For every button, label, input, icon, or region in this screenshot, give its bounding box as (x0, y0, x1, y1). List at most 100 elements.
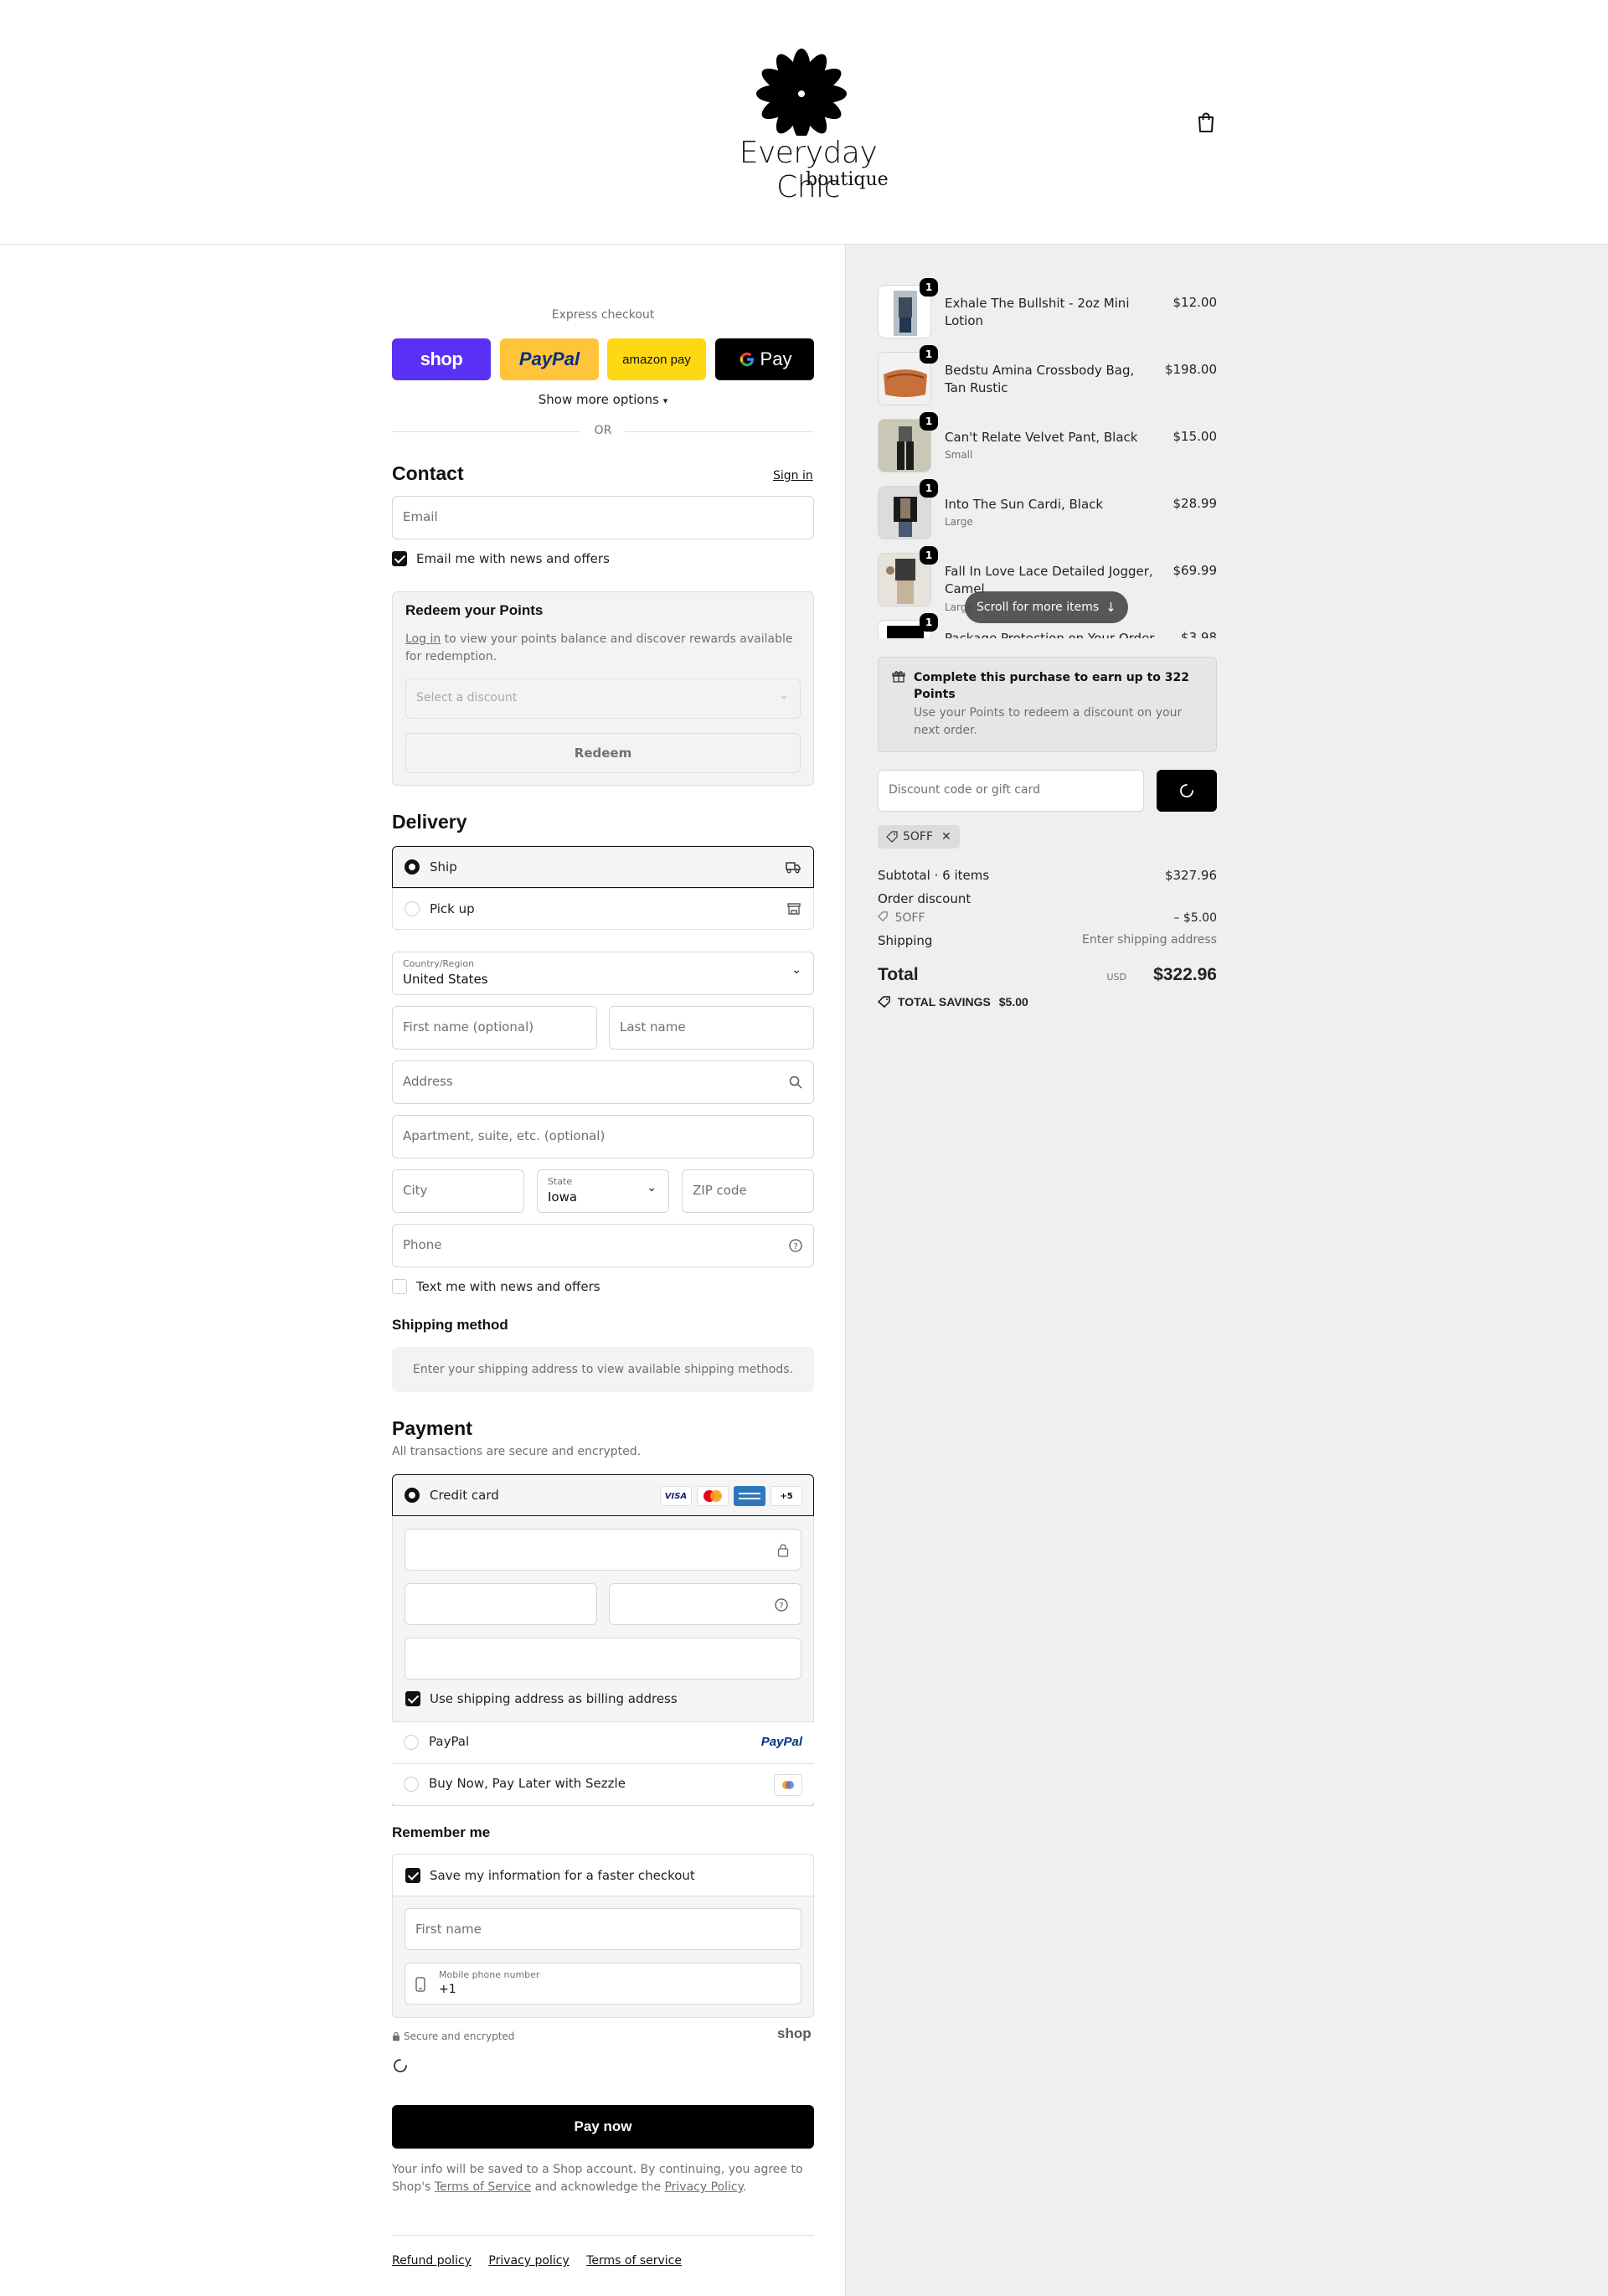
ship-radio[interactable] (405, 859, 420, 875)
discount-code-field[interactable]: Discount code or gift card (878, 770, 1144, 812)
redeem-description: Log in to view your points balance and d… (405, 631, 799, 666)
footnote-text-b: and acknowledge the (531, 2180, 665, 2194)
first-name-field[interactable]: First name (optional) (392, 1006, 597, 1050)
item-name: Exhale The Bullshit - 2oz Mini Lotion (945, 296, 1130, 328)
amazon-pay-button[interactable]: amazon pay (607, 338, 706, 380)
help-circle-icon[interactable]: ? (788, 1238, 803, 1253)
subtotal-label: Subtotal · 6 items (878, 868, 990, 883)
paypal-radio[interactable] (404, 1735, 419, 1750)
city-field[interactable]: City (392, 1169, 524, 1213)
google-pay-button[interactable]: Pay (715, 338, 814, 380)
card-name-field[interactable] (405, 1638, 801, 1679)
email-news-checkbox[interactable] (392, 551, 407, 566)
shop-pay-button[interactable]: shop (392, 338, 491, 380)
card-expiry-field[interactable] (405, 1583, 597, 1625)
ship-option[interactable]: Ship (392, 846, 814, 888)
mobile-phone-field[interactable]: Mobile phone number +1 (405, 1963, 801, 2004)
close-icon[interactable]: ✕ (941, 830, 951, 844)
tag-icon (878, 911, 888, 921)
privacy-policy-link[interactable]: Privacy Policy (664, 2180, 742, 2194)
or-divider: OR (392, 424, 814, 437)
save-info-checkbox[interactable] (405, 1868, 420, 1883)
more-cards-label: +5 (780, 1491, 793, 1501)
applied-discount-code: 5OFF (903, 830, 934, 844)
apartment-field[interactable]: Apartment, suite, etc. (optional) (392, 1115, 814, 1158)
quantity-badge: 1 (920, 412, 938, 431)
brand-logo[interactable]: Everyday Chic boutique (712, 44, 904, 204)
svg-text:?: ? (793, 1242, 797, 1251)
sign-in-link[interactable]: Sign in (773, 469, 813, 482)
sezzle-option[interactable]: Buy Now, Pay Later with Sezzle (392, 1763, 814, 1806)
visa-label: VISA (664, 1491, 688, 1501)
svg-text:?: ? (779, 1602, 783, 1611)
cart-item: 1 Exhale The Bullshit - 2oz Mini Lotion … (878, 278, 1218, 338)
sezzle-radio[interactable] (404, 1777, 419, 1792)
shipping-value: Enter shipping address (1082, 933, 1217, 947)
paypal-option[interactable]: PayPal PayPal (392, 1721, 814, 1763)
chevron-down-icon: ▾ (662, 395, 668, 406)
help-circle-icon[interactable]: ? (774, 1597, 789, 1612)
payment-subtitle: All transactions are secure and encrypte… (392, 1445, 642, 1458)
cart-items-list[interactable]: 1 Exhale The Bullshit - 2oz Mini Lotion … (871, 273, 1223, 638)
pickup-radio[interactable] (405, 901, 420, 916)
privacy-policy-footer-link[interactable]: Privacy policy (488, 2254, 569, 2268)
email-field[interactable]: Email (392, 496, 814, 539)
save-info-label: Save my information for a faster checkou… (430, 1868, 695, 1883)
billing-same-label: Use shipping address as billing address (430, 1691, 678, 1706)
store-icon (787, 903, 801, 915)
redeem-button[interactable]: Redeem (405, 733, 801, 773)
tag-icon (877, 996, 890, 1009)
phone-field[interactable]: Phone ? (392, 1224, 814, 1267)
redeem-button-label: Redeem (574, 746, 632, 761)
remember-first-name-field[interactable]: First name (405, 1908, 801, 1950)
secure-label: Secure and encrypted (404, 2030, 515, 2042)
show-more-label: Show more options (538, 392, 659, 407)
state-label: State (548, 1176, 573, 1187)
state-value: Iowa (548, 1189, 578, 1205)
address-field[interactable]: Address (392, 1060, 814, 1104)
discount-select[interactable]: Select a discount ⌄ (405, 678, 801, 719)
quantity-badge: 1 (920, 546, 938, 565)
total-row: Total USD $322.96 (878, 965, 1217, 990)
more-cards-badge: +5 (770, 1486, 802, 1506)
mastercard-icon (697, 1486, 729, 1506)
secure-notice: Secure and encrypted (392, 2030, 514, 2042)
item-price: $3.98 (1181, 630, 1217, 638)
pickup-option[interactable]: Pick up (392, 888, 814, 930)
shop-account-footnote: Your info will be saved to a Shop accoun… (392, 2161, 814, 2196)
chevron-down-icon: ⌄ (647, 1181, 657, 1194)
loading-spinner-icon (394, 2059, 407, 2072)
order-discount-row: Order discount (878, 891, 1217, 906)
terms-of-service-footer-link[interactable]: Terms of service (586, 2254, 682, 2268)
zip-field[interactable]: ZIP code (682, 1169, 814, 1213)
pickup-label: Pick up (430, 901, 475, 916)
shopping-bag-icon[interactable] (1196, 111, 1216, 133)
order-discount-value: – $5.00 (1173, 911, 1217, 925)
credit-card-radio[interactable] (405, 1488, 420, 1503)
apply-discount-button[interactable] (1157, 770, 1217, 812)
show-more-options-link[interactable]: Show more options ▾ (392, 392, 814, 407)
billing-same-checkbox[interactable] (405, 1691, 420, 1706)
flower-logo-icon (756, 49, 847, 139)
cart-item: 1 Can't Relate Velvet Pant, Black Small … (878, 412, 1217, 472)
or-label: OR (594, 424, 612, 437)
redeem-login-link[interactable]: Log in (405, 632, 441, 646)
refund-policy-link[interactable]: Refund policy (392, 2254, 472, 2268)
paypal-label: PayPal (429, 1734, 470, 1749)
subtotal-value: $327.96 (1164, 868, 1217, 883)
card-cvc-field[interactable]: ? (609, 1583, 801, 1625)
terms-of-service-link[interactable]: Terms of Service (435, 2180, 531, 2194)
item-price: $12.00 (1172, 295, 1218, 310)
discount-code-placeholder: Discount code or gift card (889, 783, 1040, 797)
sezzle-label: Buy Now, Pay Later with Sezzle (429, 1776, 626, 1791)
last-name-field[interactable]: Last name (609, 1006, 814, 1050)
paypal-button[interactable]: PayPal (500, 338, 599, 380)
item-name: Package Protection on Your Order (945, 631, 1155, 638)
pay-now-button[interactable]: Pay now (392, 2105, 814, 2149)
state-select[interactable]: State Iowa ⌄ (537, 1169, 669, 1213)
text-news-checkbox[interactable] (392, 1279, 407, 1294)
card-number-field[interactable] (405, 1529, 801, 1571)
country-select[interactable]: Country/Region United States ⌄ (392, 952, 814, 995)
scroll-hint-pill[interactable]: Scroll for more items ↓ (965, 591, 1128, 623)
order-discount-label: Order discount (878, 891, 972, 906)
